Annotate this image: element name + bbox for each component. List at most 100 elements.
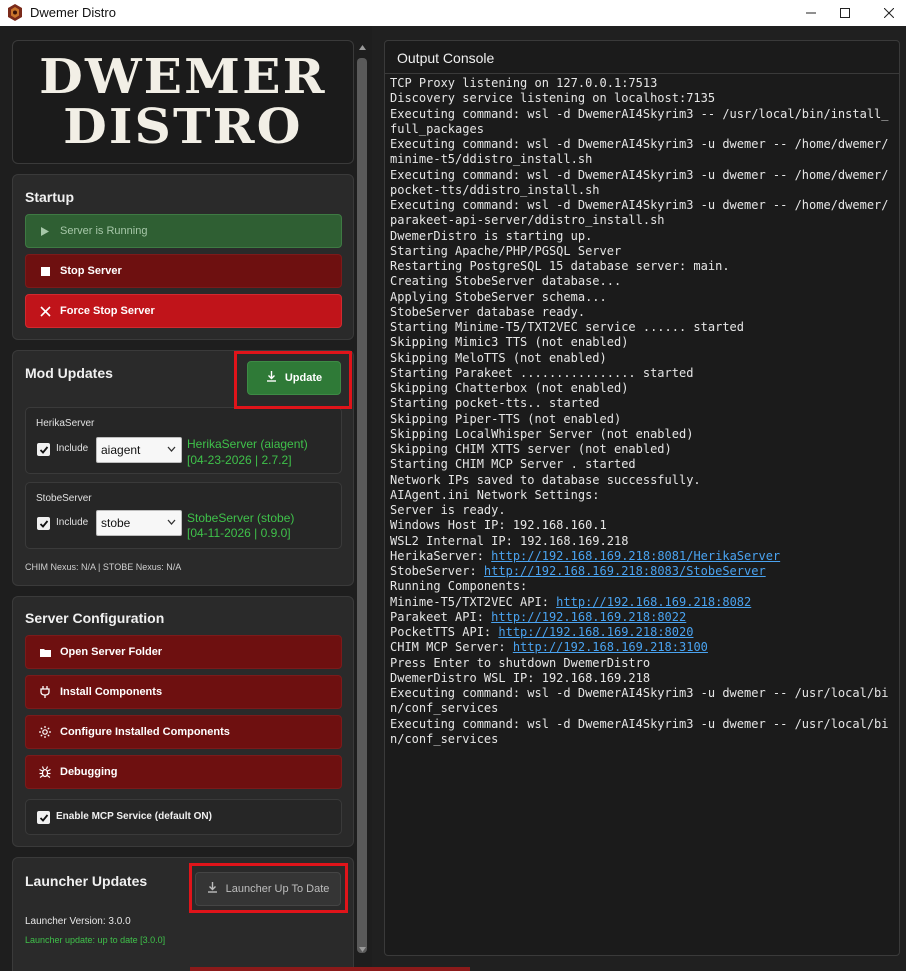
console-title: Output Console bbox=[397, 50, 495, 66]
console-log[interactable]: TCP Proxy listening on 127.0.0.1:7513 Dis… bbox=[390, 76, 895, 747]
console-line: Starting Parakeet ................ start… bbox=[390, 366, 895, 381]
console-line-text: Starting CHIM MCP Server . started bbox=[390, 457, 636, 472]
herikaserver-include-checkbox[interactable] bbox=[37, 443, 50, 456]
gear-icon bbox=[38, 725, 52, 739]
force-stop-label: Force Stop Server bbox=[60, 305, 155, 317]
console-line: Executing command: wsl -d DwemerAI4Skyri… bbox=[390, 107, 895, 138]
console-line-text: Skipping CHIM XTTS server (not enabled) bbox=[390, 442, 672, 456]
stobeserver-include-checkbox[interactable] bbox=[37, 517, 50, 530]
console-line-text: PocketTTS API: bbox=[390, 625, 499, 639]
maximize-icon bbox=[840, 8, 850, 18]
open-server-folder-button[interactable]: Open Server Folder bbox=[25, 635, 342, 669]
close-icon bbox=[884, 8, 894, 18]
launcher-highlight-box bbox=[189, 863, 348, 913]
console-line: Skipping CHIM XTTS server (not enabled) bbox=[390, 442, 895, 457]
stop-server-button[interactable]: Stop Server bbox=[25, 254, 342, 288]
console-link[interactable]: http://192.168.169.218:3100 bbox=[513, 640, 708, 654]
console-line: Starting Minime-T5/TXT2VEC service .....… bbox=[390, 320, 895, 335]
console-line: Executing command: wsl -d DwemerAI4Skyri… bbox=[390, 137, 895, 168]
server-running-label: Server is Running bbox=[60, 225, 148, 237]
console-link[interactable]: http://192.168.169.218:8022 bbox=[491, 610, 686, 624]
scroll-up-icon[interactable] bbox=[357, 42, 367, 52]
console-line: Press Enter to shutdown DwemerDistro bbox=[390, 656, 895, 671]
herikaserver-select-value: aiagent bbox=[101, 443, 141, 457]
console-line: CHIM MCP Server: http://192.168.169.218:… bbox=[390, 640, 895, 655]
console-line-text: Windows Host IP: 192.168.160.1 bbox=[390, 518, 607, 533]
debugging-label: Debugging bbox=[60, 766, 118, 778]
scrollbar-thumb[interactable] bbox=[357, 58, 367, 953]
console-line-text: Minime-T5/TXT2VEC API: bbox=[390, 594, 557, 609]
console-line-text: Executing command: wsl -d DwemerAI4Skyri… bbox=[390, 106, 889, 136]
console-line: DwemerDistro WSL IP: 192.168.169.218 bbox=[390, 671, 895, 686]
herikaserver-branch-select[interactable]: aiagent bbox=[96, 437, 182, 463]
console-line-text: Starting pocket-tts.. started bbox=[390, 396, 600, 411]
server-running-button[interactable]: Server is Running bbox=[25, 214, 342, 248]
console-line-text: CHIM MCP Server: bbox=[390, 640, 513, 655]
install-components-button[interactable]: Install Components bbox=[25, 675, 342, 709]
console-line-text: TCP Proxy listening on 127.0.0.1:7513 bbox=[390, 76, 658, 90]
console-line-text: Skipping Mimic3 TTS (not enabled) bbox=[390, 335, 629, 350]
checkmark-icon bbox=[39, 519, 48, 528]
close-button[interactable] bbox=[868, 0, 906, 26]
console-line-text: Creating StobeServer database... bbox=[390, 274, 622, 289]
console-link[interactable]: http://192.168.169.218:8081/HerikaServer bbox=[491, 549, 780, 563]
configure-components-label: Configure Installed Components bbox=[60, 726, 230, 738]
console-line: Running Components: bbox=[390, 579, 895, 594]
console-line: Minime-T5/TXT2VEC API: http://192.168.16… bbox=[390, 595, 895, 610]
console-line: Skipping Mimic3 TTS (not enabled) bbox=[390, 335, 895, 350]
maximize-button[interactable] bbox=[824, 0, 866, 26]
stobeserver-title: StobeServer bbox=[36, 493, 92, 504]
server-configuration-panel: Server Configuration Open Server Folder … bbox=[12, 596, 354, 847]
console-line: PocketTTS API: http://192.168.169.218:80… bbox=[390, 625, 895, 640]
console-line: StobeServer: http://192.168.169.218:8083… bbox=[390, 564, 895, 579]
console-line-text: Network IPs saved to database successful… bbox=[390, 472, 701, 487]
logo-line-1: DWEMER bbox=[39, 49, 327, 105]
console-line: Windows Host IP: 192.168.160.1 bbox=[390, 518, 895, 533]
console-line: Skipping LocalWhisper Server (not enable… bbox=[390, 427, 895, 442]
server-configuration-title: Server Configuration bbox=[25, 610, 165, 626]
stobeserver-select-value: stobe bbox=[101, 516, 131, 530]
chevron-down-icon bbox=[167, 446, 176, 452]
sidebar-scrollbar[interactable] bbox=[355, 40, 369, 956]
mcp-service-checkbox[interactable] bbox=[37, 811, 50, 824]
stobeserver-version-name: StobeServer (stobe) bbox=[187, 511, 295, 525]
mcp-service-option: Enable MCP Service (default ON) bbox=[25, 799, 342, 835]
stobeserver-branch-select[interactable]: stobe bbox=[96, 510, 182, 536]
startup-title: Startup bbox=[25, 189, 74, 205]
console-line: Starting Apache/PHP/PGSQL Server bbox=[390, 244, 895, 259]
console-line: Network IPs saved to database successful… bbox=[390, 473, 895, 488]
console-line-text: Discovery service listening on localhost… bbox=[390, 91, 716, 106]
console-link[interactable]: http://192.168.169.218:8082 bbox=[556, 595, 751, 609]
console-line-text: Executing command: wsl -d DwemerAI4Skyri… bbox=[390, 137, 889, 167]
console-line: Skipping MeloTTS (not enabled) bbox=[390, 351, 895, 366]
debugging-button[interactable]: Debugging bbox=[25, 755, 342, 789]
herikaserver-version-date: [04-23-2026 | 2.7.2] bbox=[187, 453, 292, 467]
console-divider bbox=[385, 73, 899, 74]
console-line-text: Running Components: bbox=[390, 579, 528, 594]
bottom-accent-bar bbox=[190, 967, 470, 971]
console-line: AIAgent.ini Network Settings: bbox=[390, 488, 895, 503]
console-line: Applying StobeServer schema... bbox=[390, 290, 895, 305]
console-line: Starting CHIM MCP Server . started bbox=[390, 457, 895, 472]
console-line-text: Parakeet API: bbox=[390, 609, 492, 624]
console-line: Skipping Piper-TTS (not enabled) bbox=[390, 412, 895, 427]
stobeserver-version-date: [04-11-2026 | 0.9.0] bbox=[187, 526, 291, 540]
console-line: Skipping Chatterbox (not enabled) bbox=[390, 381, 895, 396]
console-line-text: HerikaServer: bbox=[390, 548, 492, 563]
checkmark-icon bbox=[39, 813, 48, 822]
console-line: WSL2 Internal IP: 192.168.169.218 bbox=[390, 534, 895, 549]
console-link[interactable]: http://192.168.169.218:8083/StobeServer bbox=[484, 564, 766, 578]
console-line: Executing command: wsl -d DwemerAI4Skyri… bbox=[390, 686, 895, 717]
chevron-down-icon bbox=[167, 519, 176, 525]
launcher-version: Launcher Version: 3.0.0 bbox=[25, 916, 131, 927]
scroll-down-icon[interactable] bbox=[357, 944, 367, 954]
console-line-text: Executing command: wsl -d DwemerAI4Skyri… bbox=[390, 686, 889, 716]
console-line: Executing command: wsl -d DwemerAI4Skyri… bbox=[390, 198, 895, 229]
herikaserver-title: HerikaServer bbox=[36, 418, 95, 429]
console-link[interactable]: http://192.168.169.218:8020 bbox=[498, 625, 693, 639]
force-stop-server-button[interactable]: Force Stop Server bbox=[25, 294, 342, 328]
update-highlight-box bbox=[234, 351, 352, 409]
configure-installed-components-button[interactable]: Configure Installed Components bbox=[25, 715, 342, 749]
console-line-text: DwemerDistro is starting up. bbox=[390, 228, 593, 243]
dwemer-distro-logo: DWEMER DISTRO bbox=[39, 52, 324, 152]
